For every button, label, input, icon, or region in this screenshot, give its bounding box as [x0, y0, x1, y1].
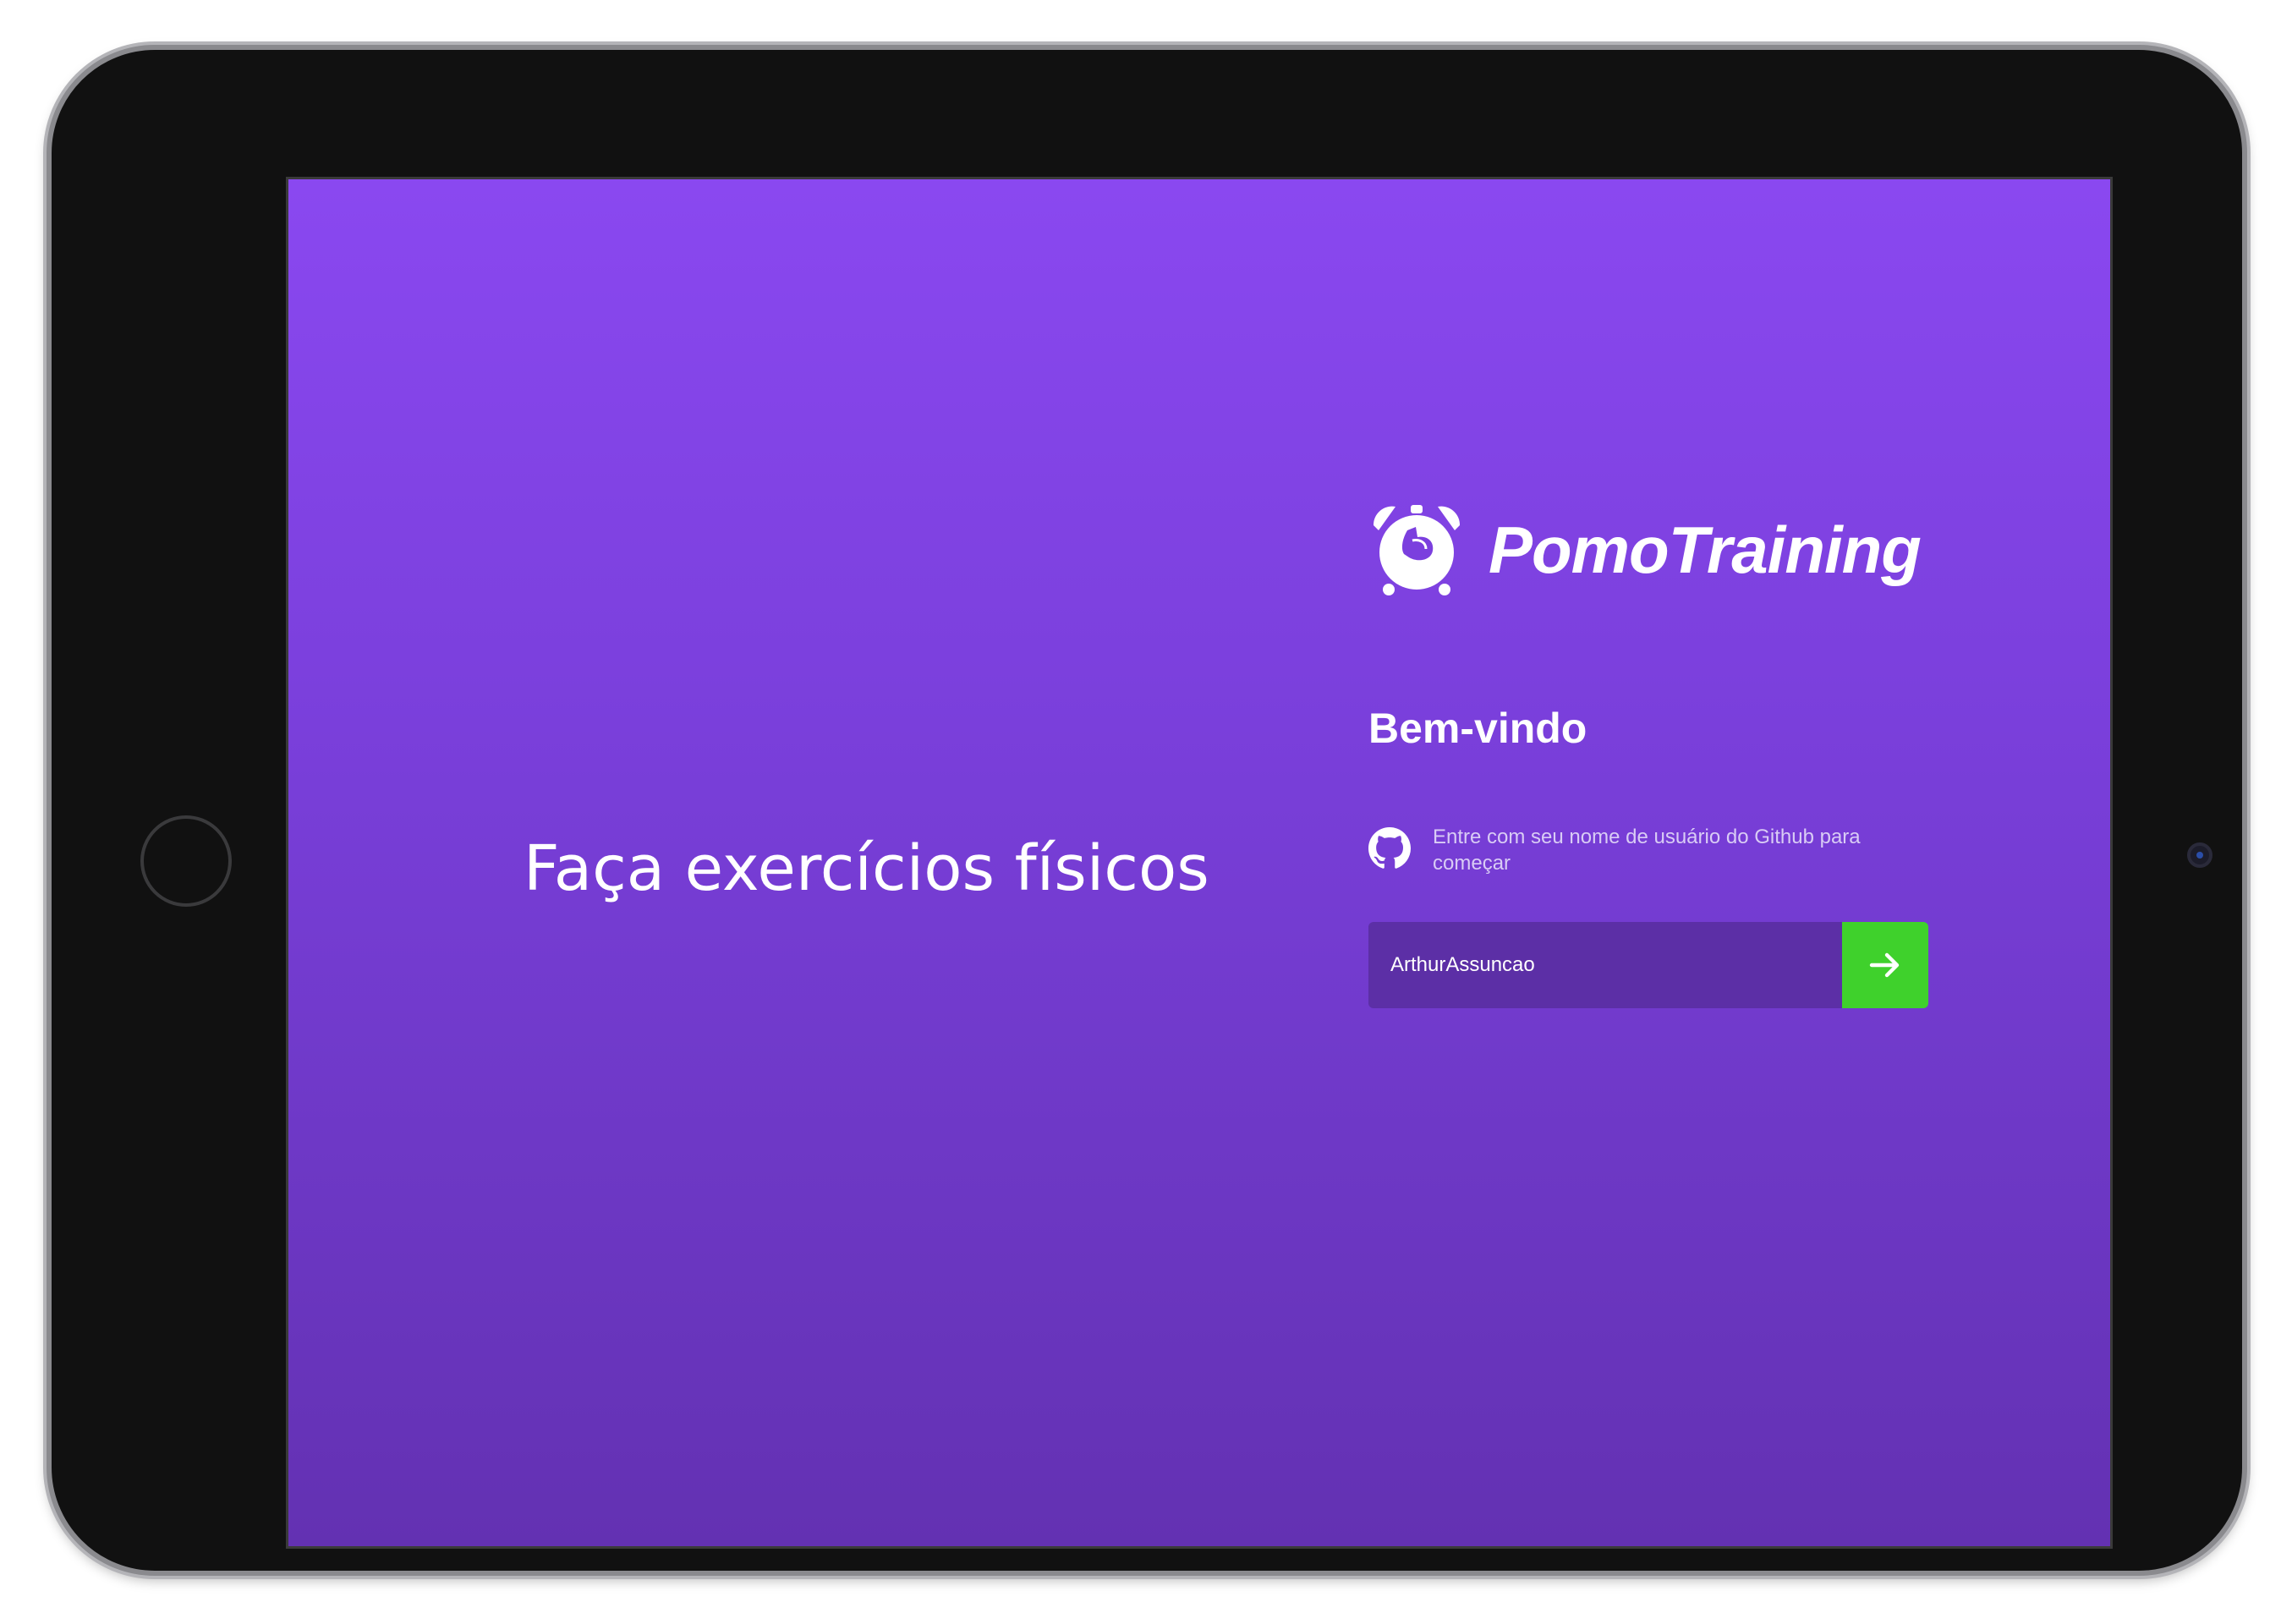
brand-name: PomoTraining: [1489, 512, 1922, 587]
tagline: Faça exercícios físicos: [524, 832, 1209, 905]
github-hint-text: Entre com seu nome de usuário do Github …: [1433, 826, 1861, 875]
tablet-frame: Faça exercícios físicos PomoTraining Bem…: [47, 45, 2247, 1576]
login-form: [1368, 922, 1928, 1008]
front-camera: [2187, 842, 2212, 868]
login-screen: Faça exercícios físicos PomoTraining Bem…: [286, 177, 2113, 1549]
welcome-heading: Bem-vindo: [1368, 705, 1587, 752]
arrow-right-icon: [1865, 945, 1905, 985]
brand: PomoTraining: [1367, 499, 1922, 601]
username-input[interactable]: [1368, 922, 1842, 1008]
alarm-clock-logo-icon: [1367, 500, 1467, 600]
github-icon: [1368, 827, 1411, 870]
home-button[interactable]: [140, 815, 232, 907]
submit-button[interactable]: [1842, 922, 1928, 1008]
github-hint: Entre com seu nome de usuário do Github …: [1368, 824, 1944, 876]
